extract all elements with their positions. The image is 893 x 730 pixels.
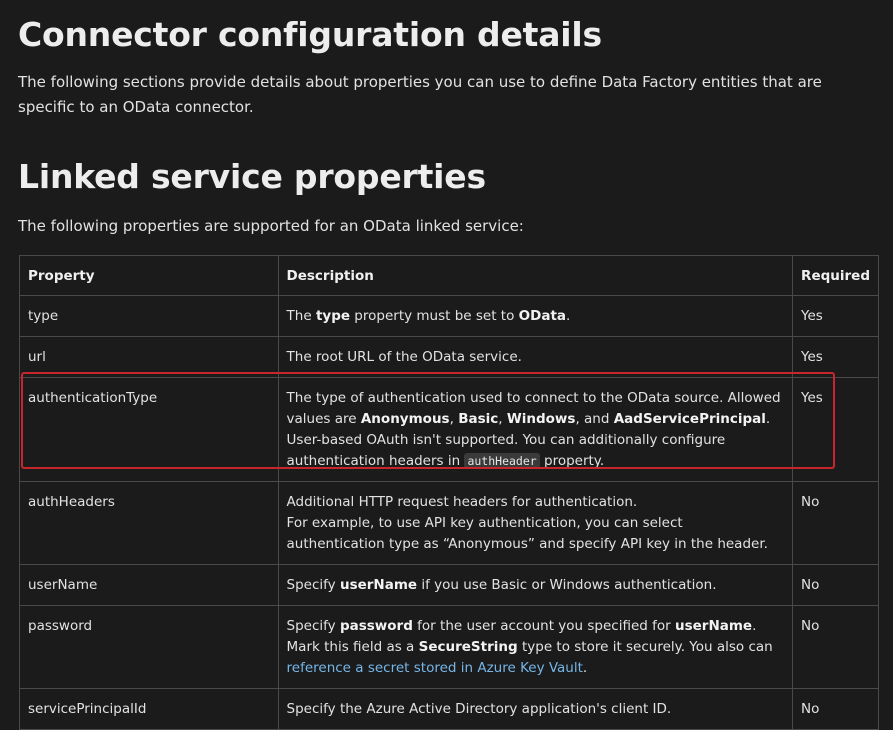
column-header-description: Description	[277, 255, 794, 296]
required-cell: No	[792, 605, 879, 689]
table-row: authenticationType The type of authentic…	[19, 377, 879, 482]
key-vault-reference-link[interactable]: reference a secret stored in Azure Key V…	[287, 660, 583, 676]
description-text: property.	[539, 453, 605, 469]
description-bold: AadServicePrincipal	[613, 411, 766, 427]
description-bold: Windows	[506, 411, 576, 427]
column-header-property: Property	[19, 255, 279, 296]
required-cell: No	[792, 481, 879, 565]
description-cell: The type of authentication used to conne…	[277, 377, 794, 482]
description-text: if you use Basic or Windows authenticati…	[417, 577, 717, 593]
description-text: .	[582, 660, 588, 676]
required-cell: Yes	[792, 377, 879, 482]
section-heading-connector-configuration: Connector configuration details	[18, 15, 602, 54]
table-row: password Specify password for the user a…	[19, 605, 879, 689]
description-cell: The type property must be set to OData.	[277, 295, 794, 337]
description-cell: Specify userName if you use Basic or Win…	[277, 564, 794, 606]
description-text: type to store it securely. You also can	[517, 639, 773, 655]
description-line: Additional HTTP request headers for auth…	[286, 494, 638, 510]
section-intro-linked-service: The following properties are supported f…	[18, 217, 524, 235]
table-row: url The root URL of the OData service. Y…	[19, 336, 879, 378]
description-text: , and	[575, 411, 614, 427]
table-row: authHeaders Additional HTTP request head…	[19, 481, 879, 565]
description-text: .	[566, 308, 571, 324]
description-cell: The root URL of the OData service.	[277, 336, 794, 378]
property-cell: authenticationType	[19, 377, 279, 482]
description-line: For example, to use API key authenticati…	[286, 515, 768, 552]
section-heading-linked-service: Linked service properties	[18, 157, 486, 196]
description-bold: Basic	[458, 411, 499, 427]
table-header-row: Property Description Required	[19, 255, 879, 296]
description-bold: OData	[518, 308, 567, 324]
inline-code: authHeader	[464, 453, 540, 469]
required-cell: Yes	[792, 295, 879, 337]
description-bold: userName	[339, 577, 418, 593]
property-cell: userName	[19, 564, 279, 606]
description-bold: type	[315, 308, 351, 324]
section-intro-connector-configuration: The following sections provide details a…	[18, 73, 822, 116]
required-cell: No	[792, 688, 879, 730]
table-row: servicePrincipalId Specify the Azure Act…	[19, 688, 879, 730]
column-header-required: Required	[792, 255, 879, 296]
description-bold: SecureString	[418, 639, 518, 655]
properties-table: Property Description Required type The t…	[19, 255, 879, 730]
description-bold: password	[339, 618, 413, 634]
required-cell: No	[792, 564, 879, 606]
table-row: type The type property must be set to OD…	[19, 295, 879, 337]
property-cell: authHeaders	[19, 481, 279, 565]
description-text: The	[286, 308, 316, 324]
property-cell: url	[19, 336, 279, 378]
description-bold: userName	[674, 618, 753, 634]
description-text: ,	[498, 411, 507, 427]
description-text: Specify	[286, 577, 340, 593]
description-cell: Specify the Azure Active Directory appli…	[277, 688, 794, 730]
description-text: property must be set to	[350, 308, 519, 324]
description-text: Specify	[286, 618, 340, 634]
property-cell: servicePrincipalId	[19, 688, 279, 730]
required-cell: Yes	[792, 336, 879, 378]
table-row: userName Specify userName if you use Bas…	[19, 564, 879, 606]
description-cell: Additional HTTP request headers for auth…	[277, 481, 794, 565]
description-bold: Anonymous	[360, 411, 450, 427]
property-cell: type	[19, 295, 279, 337]
property-cell: password	[19, 605, 279, 689]
description-cell: Specify password for the user account yo…	[277, 605, 794, 689]
description-text: for the user account you specified for	[412, 618, 675, 634]
description-text: ,	[449, 411, 459, 427]
